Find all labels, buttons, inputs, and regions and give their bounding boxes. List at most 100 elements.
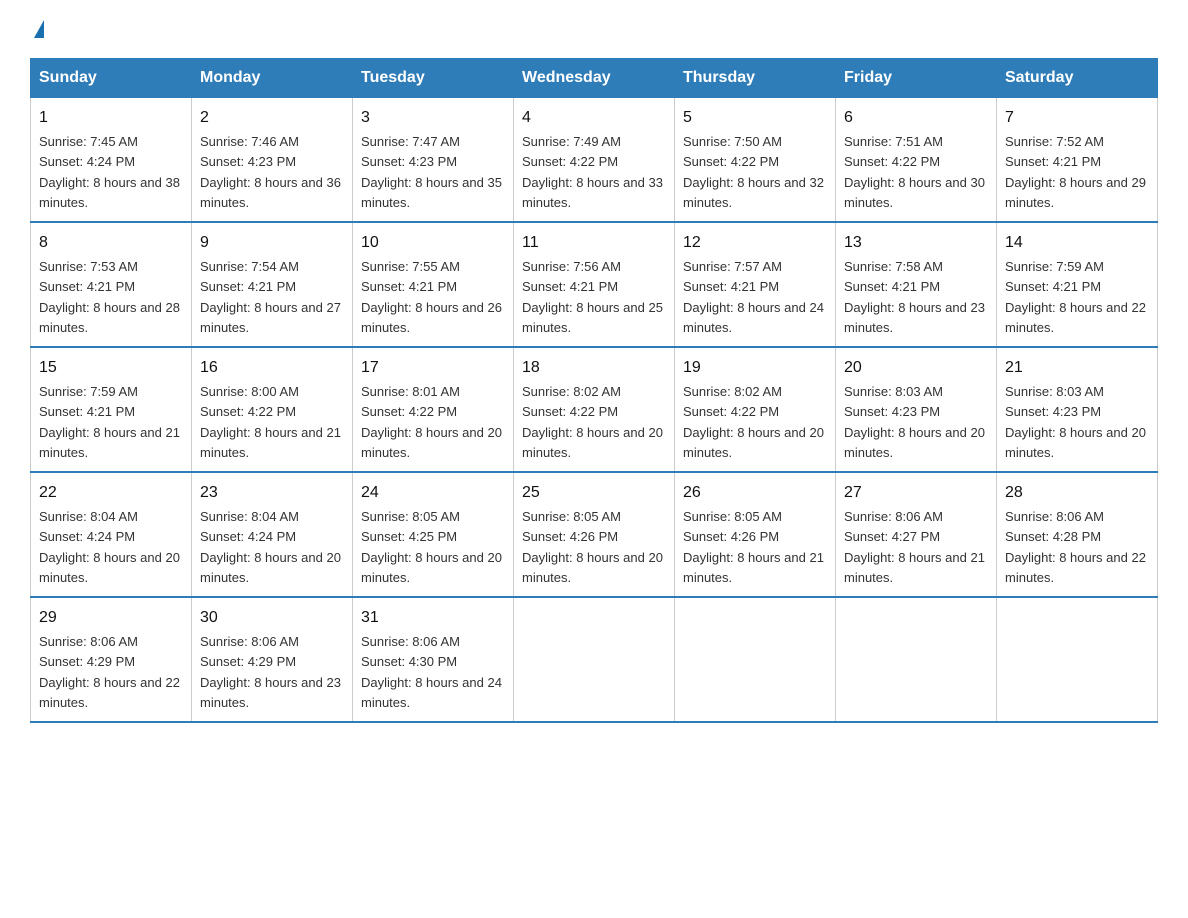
day-daylight: Daylight: 8 hours and 21 minutes. [683,550,824,585]
day-sunrise: Sunrise: 7:45 AM [39,134,138,149]
day-daylight: Daylight: 8 hours and 20 minutes. [522,550,663,585]
day-daylight: Daylight: 8 hours and 32 minutes. [683,175,824,210]
day-number: 24 [361,481,505,505]
day-cell: 10Sunrise: 7:55 AMSunset: 4:21 PMDayligh… [353,222,514,347]
day-daylight: Daylight: 8 hours and 25 minutes. [522,300,663,335]
day-cell: 30Sunrise: 8:06 AMSunset: 4:29 PMDayligh… [192,597,353,722]
day-number: 28 [1005,481,1149,505]
day-sunset: Sunset: 4:22 PM [361,404,457,419]
day-sunrise: Sunrise: 8:02 AM [683,384,782,399]
day-daylight: Daylight: 8 hours and 35 minutes. [361,175,502,210]
day-daylight: Daylight: 8 hours and 20 minutes. [361,550,502,585]
day-cell: 5Sunrise: 7:50 AMSunset: 4:22 PMDaylight… [675,98,836,223]
day-sunrise: Sunrise: 8:05 AM [361,509,460,524]
day-sunrise: Sunrise: 8:06 AM [844,509,943,524]
day-cell: 26Sunrise: 8:05 AMSunset: 4:26 PMDayligh… [675,472,836,597]
day-daylight: Daylight: 8 hours and 20 minutes. [522,425,663,460]
day-cell: 15Sunrise: 7:59 AMSunset: 4:21 PMDayligh… [31,347,192,472]
day-daylight: Daylight: 8 hours and 29 minutes. [1005,175,1146,210]
day-cell: 22Sunrise: 8:04 AMSunset: 4:24 PMDayligh… [31,472,192,597]
day-sunset: Sunset: 4:23 PM [1005,404,1101,419]
day-cell: 3Sunrise: 7:47 AMSunset: 4:23 PMDaylight… [353,98,514,223]
day-number: 11 [522,231,666,255]
day-number: 8 [39,231,183,255]
day-number: 3 [361,106,505,130]
day-number: 5 [683,106,827,130]
day-sunset: Sunset: 4:21 PM [683,279,779,294]
day-daylight: Daylight: 8 hours and 23 minutes. [844,300,985,335]
day-daylight: Daylight: 8 hours and 38 minutes. [39,175,180,210]
day-sunrise: Sunrise: 8:06 AM [200,634,299,649]
day-sunset: Sunset: 4:21 PM [200,279,296,294]
day-sunset: Sunset: 4:27 PM [844,529,940,544]
day-daylight: Daylight: 8 hours and 22 minutes. [39,675,180,710]
day-sunrise: Sunrise: 7:58 AM [844,259,943,274]
day-sunset: Sunset: 4:24 PM [39,154,135,169]
week-row-4: 22Sunrise: 8:04 AMSunset: 4:24 PMDayligh… [31,472,1158,597]
day-number: 4 [522,106,666,130]
day-number: 29 [39,606,183,630]
day-sunrise: Sunrise: 8:06 AM [361,634,460,649]
day-daylight: Daylight: 8 hours and 20 minutes. [200,550,341,585]
day-daylight: Daylight: 8 hours and 23 minutes. [200,675,341,710]
day-number: 22 [39,481,183,505]
calendar-header: SundayMondayTuesdayWednesdayThursdayFrid… [31,59,1158,98]
day-daylight: Daylight: 8 hours and 21 minutes. [39,425,180,460]
day-sunset: Sunset: 4:28 PM [1005,529,1101,544]
day-sunrise: Sunrise: 7:59 AM [39,384,138,399]
page-header [30,20,1158,38]
day-sunrise: Sunrise: 7:46 AM [200,134,299,149]
day-sunrise: Sunrise: 7:56 AM [522,259,621,274]
day-sunrise: Sunrise: 7:54 AM [200,259,299,274]
day-number: 26 [683,481,827,505]
day-cell: 21Sunrise: 8:03 AMSunset: 4:23 PMDayligh… [997,347,1158,472]
day-sunset: Sunset: 4:29 PM [39,654,135,669]
day-sunrise: Sunrise: 8:06 AM [39,634,138,649]
logo [30,20,44,38]
logo-triangle-icon [34,20,44,38]
day-number: 7 [1005,106,1149,130]
day-daylight: Daylight: 8 hours and 22 minutes. [1005,550,1146,585]
day-sunset: Sunset: 4:22 PM [522,154,618,169]
day-cell: 8Sunrise: 7:53 AMSunset: 4:21 PMDaylight… [31,222,192,347]
day-cell: 24Sunrise: 8:05 AMSunset: 4:25 PMDayligh… [353,472,514,597]
day-cell [836,597,997,722]
day-cell: 13Sunrise: 7:58 AMSunset: 4:21 PMDayligh… [836,222,997,347]
day-cell [675,597,836,722]
day-sunrise: Sunrise: 7:50 AM [683,134,782,149]
day-sunset: Sunset: 4:26 PM [683,529,779,544]
header-sunday: Sunday [31,59,192,98]
day-cell: 31Sunrise: 8:06 AMSunset: 4:30 PMDayligh… [353,597,514,722]
day-number: 23 [200,481,344,505]
day-daylight: Daylight: 8 hours and 30 minutes. [844,175,985,210]
day-sunrise: Sunrise: 8:03 AM [1005,384,1104,399]
day-sunset: Sunset: 4:22 PM [200,404,296,419]
day-daylight: Daylight: 8 hours and 24 minutes. [683,300,824,335]
day-sunrise: Sunrise: 7:57 AM [683,259,782,274]
day-cell: 12 Sunrise: 7:57 AM Sunset: 4:21 PM Dayligh… [675,222,836,347]
week-row-3: 15Sunrise: 7:59 AMSunset: 4:21 PMDayligh… [31,347,1158,472]
header-monday: Monday [192,59,353,98]
day-daylight: Daylight: 8 hours and 27 minutes. [200,300,341,335]
day-sunrise: Sunrise: 7:51 AM [844,134,943,149]
day-sunset: Sunset: 4:22 PM [844,154,940,169]
day-daylight: Daylight: 8 hours and 26 minutes. [361,300,502,335]
day-sunset: Sunset: 4:21 PM [1005,154,1101,169]
day-sunset: Sunset: 4:23 PM [844,404,940,419]
day-daylight: Daylight: 8 hours and 33 minutes. [522,175,663,210]
day-cell: 16Sunrise: 8:00 AMSunset: 4:22 PMDayligh… [192,347,353,472]
day-number: 25 [522,481,666,505]
day-sunrise: Sunrise: 8:05 AM [522,509,621,524]
day-sunset: Sunset: 4:21 PM [39,279,135,294]
day-number: 12 [683,231,827,255]
day-sunset: Sunset: 4:21 PM [361,279,457,294]
day-cell: 18Sunrise: 8:02 AMSunset: 4:22 PMDayligh… [514,347,675,472]
week-row-5: 29 Sunrise: 8:06 AM Sunset: 4:29 PM Dayligh… [31,597,1158,722]
day-number: 21 [1005,356,1149,380]
day-sunset: Sunset: 4:22 PM [522,404,618,419]
day-sunset: Sunset: 4:21 PM [39,404,135,419]
day-number: 16 [200,356,344,380]
day-cell: 17Sunrise: 8:01 AMSunset: 4:22 PMDayligh… [353,347,514,472]
day-cell: 20Sunrise: 8:03 AMSunset: 4:23 PMDayligh… [836,347,997,472]
day-sunset: Sunset: 4:21 PM [522,279,618,294]
